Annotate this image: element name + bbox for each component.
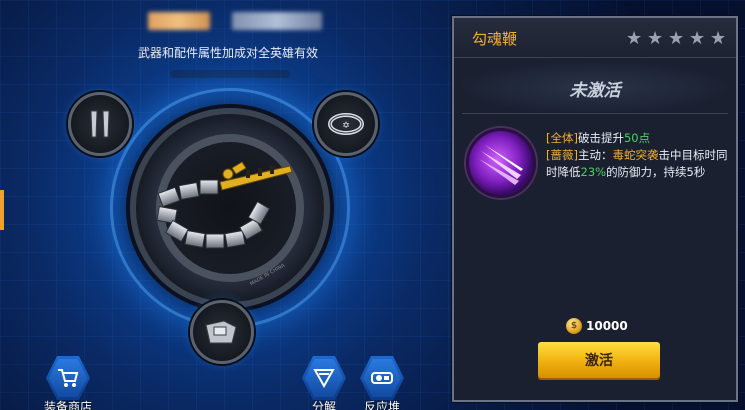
status-box: 未激活 <box>462 62 728 114</box>
activation-cost: $ 10000 <box>566 318 628 334</box>
leggings-icon <box>90 110 110 138</box>
subtitle-bar <box>170 70 290 78</box>
accessory-slot-leggings[interactable] <box>68 92 132 156</box>
weapon-name: 勾魂鞭 <box>472 30 518 48</box>
accessory-slot-bracelet[interactable]: ✡ <box>314 92 378 156</box>
subtitle: 武器和配件属性加成对全英雄有效 <box>137 46 318 60</box>
whip-weapon-icon[interactable] <box>150 160 300 260</box>
star-icon: ★ <box>647 28 664 49</box>
cost-value: 10000 <box>586 319 628 333</box>
coin-icon: $ <box>566 318 582 334</box>
activation-status: 未激活 <box>569 81 621 101</box>
claw-slash-icon <box>479 145 523 185</box>
star-icon: ★ <box>689 28 706 49</box>
desc-value: 50点 <box>623 131 651 145</box>
star-icon: ★ <box>626 28 643 49</box>
decompose-button[interactable]: 分解 <box>302 356 346 410</box>
activate-button[interactable]: 激活 <box>538 342 660 378</box>
cart-icon <box>58 369 79 387</box>
desc-text: 主动： <box>577 148 613 162</box>
desc-text: 破击提升 <box>577 131 624 145</box>
equipment-shop-button[interactable]: 装备商店 <box>44 356 92 410</box>
skill-name: 毒蛇突袭 <box>612 148 659 162</box>
reactor-button[interactable]: 反应堆 <box>360 356 404 410</box>
star-icon: ★ <box>668 28 685 49</box>
star-icon: ★ <box>710 28 727 49</box>
desc-text: 的防御力，持续5秒 <box>606 165 706 179</box>
reactor-icon <box>371 372 393 384</box>
svg-text:✡: ✡ <box>342 121 350 131</box>
blurred-player-id <box>232 12 322 30</box>
blurred-player-name <box>148 12 210 30</box>
bracelet-icon: ✡ <box>328 113 364 135</box>
scope-tag-hero: [蔷薇] <box>546 148 578 162</box>
star-rating: ★ ★ ★ ★ ★ <box>626 30 728 48</box>
gauntlet-icon <box>205 320 237 344</box>
panel-header: 勾魂鞭 ★ ★ ★ ★ ★ <box>454 18 736 58</box>
left-edge-tab[interactable] <box>0 190 4 230</box>
scope-tag-all: [全体] <box>546 131 578 145</box>
viper-strike-skill-icon[interactable] <box>466 128 536 198</box>
accessory-slot-gauntlet[interactable] <box>190 300 254 364</box>
decompose-icon <box>313 369 335 388</box>
weapon-detail-panel: 勾魂鞭 ★ ★ ★ ★ ★ 未激活 [全体]破击提升50点 [蔷薇]主动：毒蛇突… <box>452 16 738 402</box>
desc-value: 23% <box>580 165 607 179</box>
weapon-description: [全体]破击提升50点 [蔷薇]主动：毒蛇突袭击中目标时同时降低23%的防御力，… <box>546 130 732 181</box>
